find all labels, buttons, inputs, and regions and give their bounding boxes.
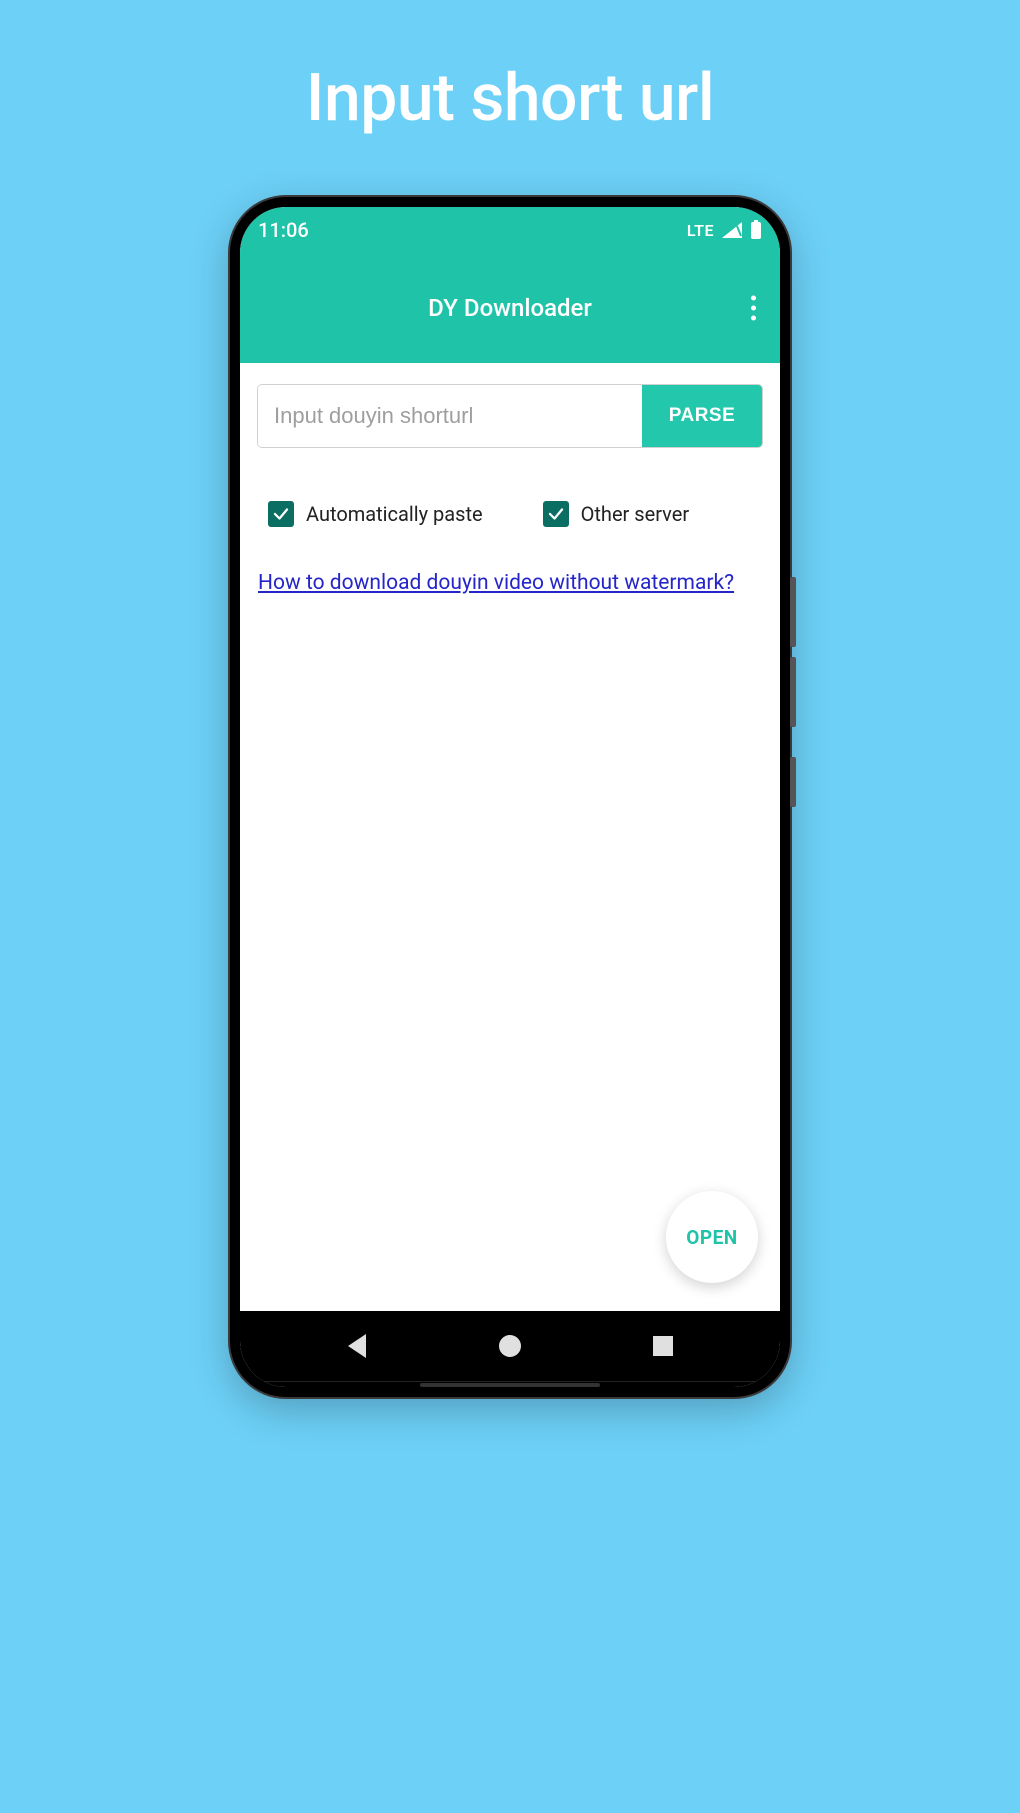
help-link[interactable]: How to download douyin video without wat… [258,569,762,598]
options-row: Automatically paste Other server [258,501,762,527]
signal-icon [722,222,742,238]
nav-recent-button[interactable] [643,1326,683,1366]
check-icon [547,505,565,523]
open-fab-button[interactable]: OPEN [666,1191,758,1283]
parse-button[interactable]: PARSE [642,385,762,447]
screen: 11:06 LTE DY Downloader [240,207,780,1387]
status-clock: 11:06 [258,218,309,242]
phone-frame: 11:06 LTE DY Downloader [230,197,790,1397]
app-title: DY Downloader [428,294,592,322]
more-menu-icon[interactable] [751,296,756,321]
url-input-row: PARSE [258,385,762,447]
status-right: LTE [687,220,762,240]
url-input[interactable] [258,385,642,447]
nav-handle-bar [240,1381,780,1387]
auto-paste-label: Automatically paste [306,502,483,526]
phone-inner: 11:06 LTE DY Downloader [240,207,780,1387]
other-server-checkbox[interactable] [543,501,569,527]
auto-paste-option: Automatically paste [268,501,483,527]
android-nav-bar [240,1311,780,1381]
phone-side-button [790,577,796,647]
other-server-option: Other server [543,501,690,527]
check-icon [272,505,290,523]
status-bar: 11:06 LTE [240,207,780,253]
phone-side-button [790,757,796,807]
nav-back-button[interactable] [337,1326,377,1366]
battery-icon [750,220,762,240]
nav-home-button[interactable] [490,1326,530,1366]
status-network: LTE [687,221,714,240]
hero-title: Input short url [306,60,714,137]
other-server-label: Other server [581,502,690,526]
content-area: PARSE Automatically paste Other server [240,363,780,1311]
app-bar: DY Downloader [240,253,780,363]
auto-paste-checkbox[interactable] [268,501,294,527]
phone-side-button [790,657,796,727]
